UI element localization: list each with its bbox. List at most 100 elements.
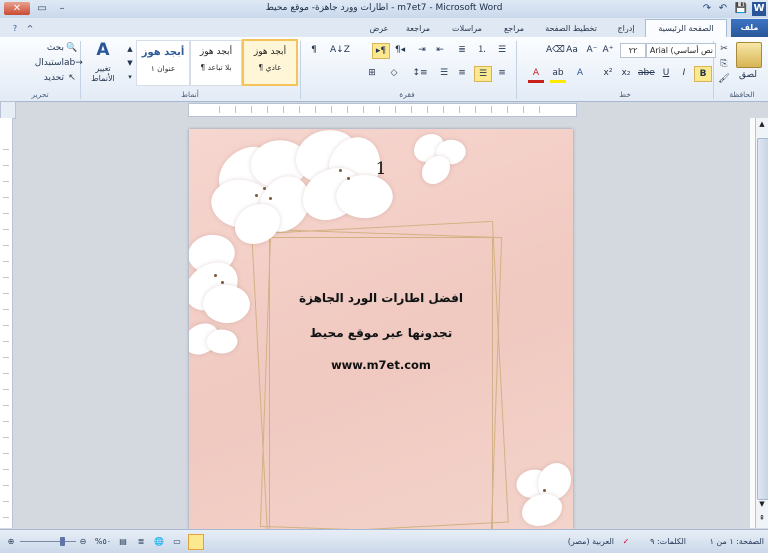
tab-insert[interactable]: إدراج <box>610 21 642 37</box>
tab-mailings[interactable]: مراسلات <box>442 21 492 37</box>
ltr-direction-icon[interactable]: ▸¶ <box>372 43 390 59</box>
full-screen-view-icon[interactable]: ▭ <box>170 536 184 548</box>
undo-icon[interactable]: ↶ <box>716 2 730 16</box>
strikethrough-icon[interactable]: abe <box>638 66 655 80</box>
borders-icon[interactable]: ⊞ <box>364 66 380 80</box>
font-size-select[interactable]: ٢٢ <box>620 43 646 58</box>
subscript-icon[interactable]: x₂ <box>618 66 634 80</box>
outline-view-icon[interactable]: ≣ <box>134 536 148 548</box>
flower-cluster-icon <box>189 129 399 244</box>
bold-icon[interactable]: B <box>694 66 712 82</box>
copy-icon[interactable]: ⎘ <box>716 57 732 71</box>
web-layout-view-icon[interactable]: 🌐 <box>152 536 166 548</box>
tab-page-layout[interactable]: تخطيط الصفحة <box>536 21 606 37</box>
ruler-corner[interactable] <box>0 101 16 119</box>
change-case-icon[interactable]: Aa <box>564 43 580 57</box>
grow-font-icon[interactable]: A⁺ <box>600 43 616 57</box>
doc-line-2[interactable]: تجدونها عبر موقع محيط <box>249 326 513 340</box>
vertical-scrollbar[interactable]: ▲ ▼ ⇞ <box>755 118 768 528</box>
page-count[interactable]: الصفحة: ١ من ١ <box>690 536 764 548</box>
text-effects-icon[interactable]: A <box>572 66 588 80</box>
style-normal[interactable]: أبجد هوز ¶ عادي <box>242 39 298 86</box>
ruler-ticks <box>219 106 544 113</box>
numbering-icon[interactable]: ⒈ <box>474 43 490 57</box>
find-button[interactable]: بحث <box>34 41 64 55</box>
zoom-in-icon[interactable]: ⊕ <box>6 536 16 548</box>
tab-home[interactable]: الصفحة الرئيسية <box>645 19 727 38</box>
minimize-button[interactable]: – <box>52 2 72 15</box>
print-layout-view-icon[interactable] <box>188 534 204 550</box>
doc-line-1[interactable]: افضل اطارات الورد الجاهزة <box>249 291 513 305</box>
doc-url[interactable]: www.m7et.com <box>249 358 513 372</box>
maximize-button[interactable]: ▭ <box>32 2 52 15</box>
tab-file[interactable]: ملف <box>731 19 768 37</box>
superscript-icon[interactable]: x² <box>600 66 616 80</box>
page-number: 1 <box>375 159 387 179</box>
find-icon[interactable]: 🔍 <box>64 41 80 55</box>
change-styles-icon[interactable]: A <box>92 40 114 62</box>
font-group-label: خط <box>619 90 631 99</box>
highlight-icon[interactable]: ab <box>550 66 566 83</box>
ribbon-minimize-icon[interactable]: ^ <box>24 21 36 37</box>
horizontal-ruler[interactable] <box>188 103 577 117</box>
tab-view[interactable]: عرض <box>364 21 394 37</box>
help-icon[interactable]: ? <box>8 21 22 37</box>
decrease-indent-icon[interactable]: ⇤ <box>432 43 448 57</box>
bottom-flower-icon <box>507 459 573 529</box>
replace-icon[interactable]: ab→ <box>64 56 83 70</box>
left-flower-cluster-icon <box>189 227 256 359</box>
divider <box>80 41 81 99</box>
save-icon[interactable]: 💾 <box>734 2 748 16</box>
italic-icon[interactable]: I <box>676 66 692 80</box>
shrink-font-icon[interactable]: A⁻ <box>584 43 600 57</box>
draft-view-icon[interactable]: ▤ <box>116 536 130 548</box>
font-name-select[interactable]: Arial (نص أساسي <box>646 43 716 58</box>
vertical-ruler[interactable] <box>0 118 13 528</box>
word-count[interactable]: الكلمات: ٩ <box>640 536 686 548</box>
zoom-slider-thumb[interactable] <box>60 537 65 546</box>
style-no-spacing[interactable]: أبجد هوز ¶ بلا تباعد <box>190 40 242 86</box>
change-styles-button[interactable]: تغيير الأنماط <box>84 64 122 86</box>
replace-button[interactable]: استبدال <box>24 56 64 70</box>
format-painter-icon[interactable]: 🖌 <box>716 72 732 86</box>
scroll-down-icon[interactable]: ▼ <box>757 500 767 510</box>
multilevel-list-icon[interactable]: ≣ <box>454 43 470 57</box>
styles-scroll-icon[interactable]: ▲ ▼ ▾ <box>122 42 138 86</box>
paste-button[interactable]: لصق <box>730 68 766 82</box>
cut-icon[interactable]: ✂ <box>716 42 732 56</box>
increase-indent-icon[interactable]: ⇥ <box>414 43 430 57</box>
sort-icon[interactable]: A↓Z <box>330 43 350 57</box>
prev-page-icon[interactable]: ⇞ <box>757 514 767 524</box>
underline-icon[interactable]: U <box>658 66 674 80</box>
scroll-up-icon[interactable]: ▲ <box>757 120 767 130</box>
zoom-level[interactable]: %٥٠ <box>92 536 114 548</box>
tab-review[interactable]: مراجعة <box>398 21 438 37</box>
word-app-icon[interactable]: W <box>752 2 766 16</box>
zoom-slider[interactable] <box>20 541 76 542</box>
clear-formatting-icon[interactable]: A⌫ <box>546 43 565 57</box>
rtl-direction-icon[interactable]: ¶◂ <box>392 43 408 57</box>
font-color-icon[interactable]: A <box>528 66 544 83</box>
language-indicator[interactable]: العربية (مصر) <box>548 536 614 548</box>
zoom-out-icon[interactable]: ⊖ <box>78 536 88 548</box>
scroll-thumb[interactable] <box>757 138 768 500</box>
align-left-icon[interactable]: ☰ <box>436 66 452 80</box>
proofing-icon[interactable]: ✓ <box>618 536 634 548</box>
select-button[interactable]: تحديد <box>28 71 64 85</box>
document-page[interactable]: 1 افضل اطارات الورد الجاهزة تجدونها عبر … <box>189 129 573 529</box>
style-heading-1[interactable]: أبجد هوز عنوان ١ <box>136 40 190 86</box>
select-icon[interactable]: ↖ <box>64 71 80 85</box>
align-right-icon[interactable]: ☰ <box>474 66 492 82</box>
shading-icon[interactable]: ◇ <box>386 66 402 80</box>
bullets-icon[interactable]: ☰ <box>494 43 510 57</box>
justify-icon[interactable]: ≡ <box>494 66 510 80</box>
line-spacing-icon[interactable]: ↕≡ <box>412 66 428 80</box>
paste-icon[interactable] <box>736 42 762 68</box>
show-marks-icon[interactable]: ¶ <box>306 43 322 57</box>
close-button[interactable]: ✕ <box>4 2 30 15</box>
style-heading-1-label: عنوان ١ <box>150 64 176 73</box>
center-icon[interactable]: ≡ <box>454 66 470 80</box>
clipboard-group-label: الحافظة <box>729 90 755 99</box>
redo-icon[interactable]: ↷ <box>700 2 714 16</box>
tab-references[interactable]: مراجع <box>496 21 532 37</box>
